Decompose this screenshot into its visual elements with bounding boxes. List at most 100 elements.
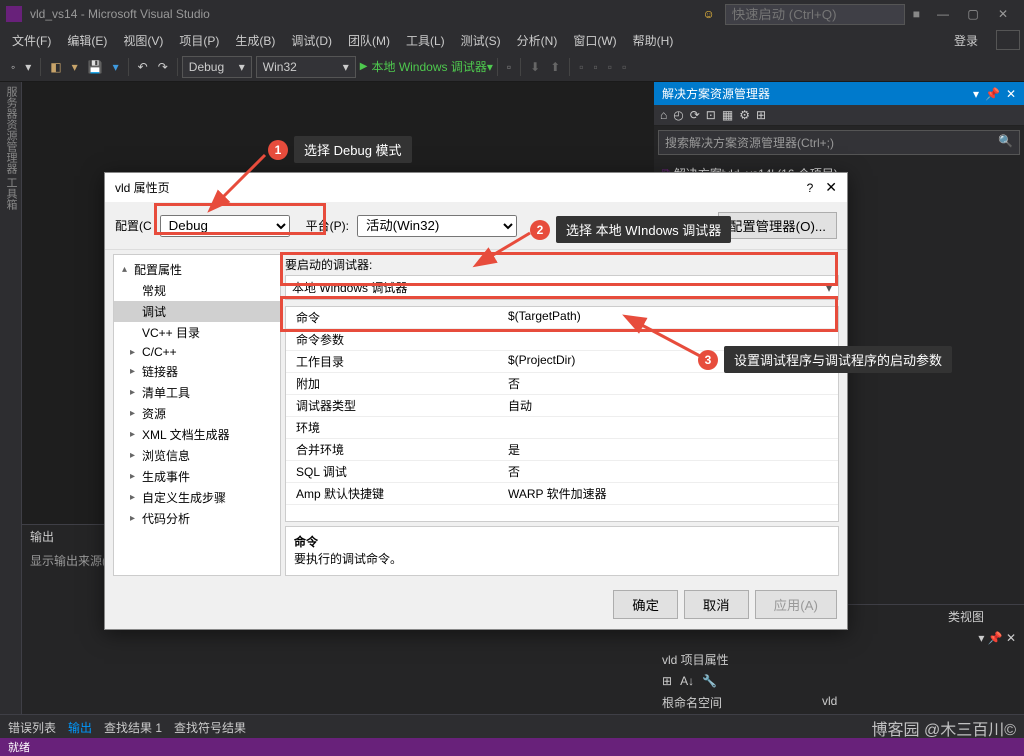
tree-item-cpp[interactable]: ▸C/C++ <box>114 343 280 361</box>
solution-search-input[interactable]: 搜索解决方案资源管理器(Ctrl+;) 🔍 <box>658 130 1020 155</box>
start-debug-button[interactable]: 本地 Windows 调试器 ▾ <box>360 58 493 75</box>
tree-item-buildevents[interactable]: ▸生成事件 <box>114 466 280 487</box>
nav-forward-button[interactable]: ▾ <box>20 58 36 76</box>
tree-item-resources[interactable]: ▸资源 <box>114 403 280 424</box>
menu-project[interactable]: 项目(P) <box>171 29 227 52</box>
menu-debug[interactable]: 调试(D) <box>283 29 340 52</box>
home-icon[interactable]: ⌂ <box>660 108 667 122</box>
menu-build[interactable]: 生成(B) <box>227 29 283 52</box>
tree-item-xmldoc[interactable]: ▸XML 文档生成器 <box>114 424 280 445</box>
categorize-icon[interactable]: ⊞ <box>662 674 672 688</box>
tree-item-manifest[interactable]: ▸清单工具 <box>114 382 280 403</box>
panel-dropdown-icon[interactable]: ▾ <box>973 87 979 101</box>
tab-find-results[interactable]: 查找结果 1 <box>104 719 162 736</box>
menu-team[interactable]: 团队(M) <box>340 29 398 52</box>
redo-button[interactable]: ↷ <box>153 58 173 76</box>
menu-view[interactable]: 视图(V) <box>115 29 171 52</box>
dialog-close-button[interactable]: ✕ <box>825 179 837 196</box>
tree-item-general[interactable]: 常规 <box>114 280 280 301</box>
minimize-button[interactable]: — <box>928 7 958 21</box>
apply-button[interactable]: 应用(A) <box>755 590 837 619</box>
panel-dropdown-icon[interactable]: ▾ 📌 ✕ <box>978 631 1016 645</box>
prop-row-mergeenv: 合并环境是 <box>286 439 838 461</box>
properties-panel: vld 项目属性 ⊞ A↓ 🔧 根命名空间 vld <box>654 648 1024 714</box>
chevron-down-icon: ▾ <box>826 281 832 295</box>
menu-file[interactable]: 文件(F) <box>4 29 59 52</box>
tree-item-debug[interactable]: 调试 <box>114 301 280 322</box>
new-project-button[interactable]: ◧ <box>45 58 66 76</box>
menu-test[interactable]: 测试(S) <box>453 29 509 52</box>
config-select[interactable]: Debug <box>160 215 290 237</box>
toolbar-button[interactable]: ⬇ <box>525 58 545 76</box>
property-description: 命令 要执行的调试命令。 <box>285 526 839 576</box>
feedback-icon[interactable]: ☺ <box>702 7 714 21</box>
status-bar: 就绪 <box>0 738 1024 756</box>
properties-header: ▾ 📌 ✕ <box>654 628 1024 648</box>
menu-analyze[interactable]: 分析(N) <box>509 29 566 52</box>
user-icon[interactable] <box>996 30 1020 50</box>
nav-back-button[interactable]: ◦ <box>6 58 20 76</box>
solution-explorer-header: 解决方案资源管理器 ▾ 📌 ✕ <box>654 82 1024 105</box>
search-icon: 🔍 <box>998 134 1013 151</box>
config-combo[interactable]: Debug▾ <box>182 56 252 78</box>
dialog-config-row: 配置(C Debug 平台(P): 活动(Win32) 配置管理器(O)... <box>105 202 847 249</box>
main-toolbar: ◦ ▾ ◧ ▾ 💾 ▾ ↶ ↷ Debug▾ Win32▾ 本地 Windows… <box>0 52 1024 82</box>
watermark: 博客园 @木三百川© <box>872 716 1016 740</box>
tab-find-symbol[interactable]: 查找符号结果 <box>174 719 246 736</box>
tree-item-codeanalysis[interactable]: ▸代码分析 <box>114 508 280 529</box>
tree-item-browse[interactable]: ▸浏览信息 <box>114 445 280 466</box>
notification-icon[interactable]: ■ <box>913 7 920 21</box>
tree-item-vcdirs[interactable]: VC++ 目录 <box>114 322 280 343</box>
toolbar-button[interactable]: ▫ <box>589 58 603 76</box>
menu-bar: 文件(F) 编辑(E) 视图(V) 项目(P) 生成(B) 调试(D) 团队(M… <box>0 28 1024 52</box>
menu-help[interactable]: 帮助(H) <box>625 29 682 52</box>
properties-title: vld 项目属性 <box>654 648 1024 671</box>
tree-item-linker[interactable]: ▸链接器 <box>114 361 280 382</box>
open-file-button[interactable]: ▾ <box>67 58 83 76</box>
platform-combo[interactable]: Win32▾ <box>256 56 356 78</box>
annotation-label-1: 选择 Debug 模式 <box>294 136 412 163</box>
undo-button[interactable]: ↶ <box>133 58 153 76</box>
toolbar-button[interactable]: ▫ <box>617 58 631 76</box>
alpha-sort-icon[interactable]: A↓ <box>680 674 694 688</box>
menu-edit[interactable]: 编辑(E) <box>59 29 115 52</box>
show-all-icon[interactable]: ▦ <box>722 108 733 122</box>
cancel-button[interactable]: 取消 <box>684 590 749 619</box>
refresh-icon[interactable]: ⟳ <box>690 108 700 122</box>
toolbar-icon[interactable]: ◴ <box>673 108 683 122</box>
property-tree[interactable]: ▴配置属性 常规 调试 VC++ 目录 ▸C/C++ ▸链接器 ▸清单工具 ▸资… <box>113 254 281 576</box>
close-button[interactable]: ✕ <box>988 7 1018 21</box>
tab-output[interactable]: 输出 <box>68 719 92 736</box>
config-manager-button[interactable]: 配置管理器(O)... <box>718 212 837 239</box>
toolbar-icon[interactable]: ⊞ <box>756 108 766 122</box>
help-button[interactable]: ? <box>807 181 814 195</box>
property-row[interactable]: 根命名空间 vld <box>654 691 1024 714</box>
annotation-label-2: 选择 本地 WIndows 调试器 <box>556 216 731 243</box>
maximize-button[interactable]: ▢ <box>958 7 988 21</box>
debugger-combo[interactable]: 本地 Windows 调试器 ▾ <box>285 275 839 300</box>
tab-error-list[interactable]: 错误列表 <box>8 719 56 736</box>
property-grid[interactable]: 命令$(TargetPath) 命令参数 工作目录$(ProjectDir) 附… <box>285 306 839 522</box>
menu-tools[interactable]: 工具(L) <box>398 29 453 52</box>
save-all-button[interactable]: ▾ <box>108 58 124 76</box>
properties-icon[interactable]: ⚙ <box>739 108 750 122</box>
panel-close-icon[interactable]: ✕ <box>1006 87 1016 101</box>
annotation-label-3: 设置调试程序与调试程序的启动参数 <box>724 346 952 373</box>
toolbar-icon[interactable]: ⊡ <box>706 108 716 122</box>
wrench-icon[interactable]: 🔧 <box>702 674 717 688</box>
ok-button[interactable]: 确定 <box>613 590 678 619</box>
toolbar-button[interactable]: ▫ <box>603 58 617 76</box>
sign-in-link[interactable]: 登录 <box>946 29 990 52</box>
platform-select[interactable]: 活动(Win32) <box>357 215 517 237</box>
toolbar-button[interactable]: ⬆ <box>545 58 565 76</box>
tree-root[interactable]: ▴配置属性 <box>114 259 280 280</box>
debugger-label: 要启动的调试器: <box>285 254 839 275</box>
left-tool-strip[interactable]: 服务器资源管理器 工具箱 <box>0 82 22 714</box>
quick-launch-input[interactable] <box>725 4 905 25</box>
save-button[interactable]: 💾 <box>83 58 108 76</box>
toolbar-button[interactable]: ▫ <box>502 58 516 76</box>
menu-window[interactable]: 窗口(W) <box>565 29 624 52</box>
tree-item-custom[interactable]: ▸自定义生成步骤 <box>114 487 280 508</box>
pin-icon[interactable]: 📌 <box>985 87 1000 101</box>
toolbar-button[interactable]: ▫ <box>574 58 588 76</box>
